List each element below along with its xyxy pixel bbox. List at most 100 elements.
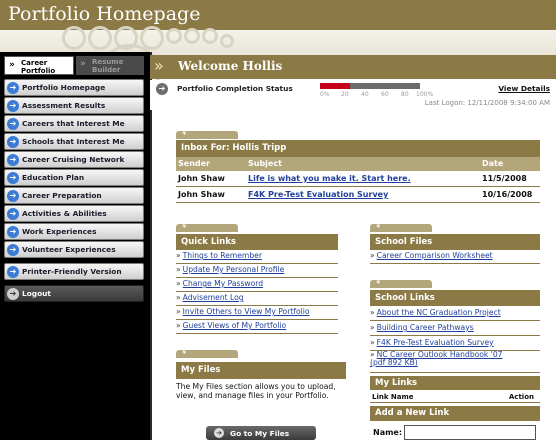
- arrow-right-icon: ➔: [7, 208, 19, 220]
- my-files-title: My Files: [176, 362, 346, 379]
- sidebar-item-assessment-results[interactable]: ➔ Assessment Results: [4, 97, 144, 114]
- list-item: » About the NC Graduation Project: [370, 308, 540, 321]
- tab-career-portfolio[interactable]: » Career Portfolio: [4, 56, 74, 75]
- arrow-right-icon: ➔: [214, 428, 224, 438]
- sidebar-item-label: Activities & Abilities: [22, 209, 107, 218]
- message-sender: John Shaw: [178, 190, 225, 199]
- progress-tick-label: 40: [361, 91, 369, 98]
- table-row: John Shaw F4K Pre-Test Evaluation Survey…: [176, 188, 540, 203]
- chevron-down-icon: ¥: [182, 222, 187, 230]
- pdf-size-note[interactable]: (pdf 892 KB): [370, 358, 418, 367]
- sidebar-item-activities-abilities[interactable]: ➔ Activities & Abilities: [4, 205, 144, 222]
- sidebar-item-work-experiences[interactable]: ➔ Work Experiences: [4, 223, 144, 240]
- sidebar: » Career Portfolio » Resume Builder ➔ Po…: [0, 52, 152, 440]
- progress-tick-label: 60: [381, 91, 389, 98]
- message-subject-link[interactable]: F4K Pre-Test Evaluation Survey: [248, 190, 388, 199]
- sidebar-item-label: Work Experiences: [22, 227, 97, 236]
- sidebar-item-careers[interactable]: ➔ Careers that Interest Me: [4, 115, 144, 132]
- completion-status-label: Portfolio Completion Status: [177, 84, 293, 93]
- arrow-right-icon: ➔: [7, 118, 19, 130]
- sidebar-item-label: Careers that Interest Me: [22, 119, 125, 128]
- inbox-header-row: Sender Subject Date: [176, 157, 540, 171]
- school-links-collapse-tab[interactable]: ¥: [370, 278, 432, 288]
- message-subject-link[interactable]: Life is what you make it. Start here.: [248, 174, 411, 183]
- things-to-remember-link[interactable]: Things to Remember: [183, 251, 262, 260]
- f4k-pre-test-survey-link[interactable]: F4K Pre-Test Evaluation Survey: [377, 338, 494, 347]
- invite-others-link[interactable]: Invite Others to View My Portfolio: [183, 307, 310, 316]
- list-item: » Update My Personal Profile: [176, 265, 338, 278]
- completion-status: ➔ Portfolio Completion Status 0% 20 40 6…: [150, 80, 556, 110]
- sidebar-item-label: Career Preparation: [22, 191, 102, 200]
- building-career-pathways-link[interactable]: Building Career Pathways: [377, 323, 474, 332]
- progress-tick-label: 100%: [416, 91, 434, 98]
- sidebar-item-schools[interactable]: ➔ Schools that Interest Me: [4, 133, 144, 150]
- chevron-down-icon: ¥: [182, 348, 187, 356]
- progress-tick-label: 80: [401, 91, 409, 98]
- link-name-input[interactable]: [404, 425, 536, 440]
- column-header-action: Action: [508, 393, 534, 401]
- school-files-title: School Files: [370, 234, 540, 250]
- list-item: » NC Career Outlook Handbook '07 (pdf 892 …: [370, 351, 540, 373]
- tab-label: Resume Builder: [92, 58, 124, 74]
- sidebar-tabs: » Career Portfolio » Resume Builder: [4, 56, 144, 75]
- list-item: » Things to Remember: [176, 251, 338, 264]
- decorative-ring: [202, 28, 218, 44]
- decorative-ring: [88, 26, 112, 50]
- chevron-double-right-icon: »: [154, 56, 164, 75]
- list-item: » Guest Views of My Portfolio: [176, 321, 338, 334]
- page-title: Portfolio Homepage: [8, 3, 201, 25]
- message-sender: John Shaw: [178, 174, 225, 183]
- sidebar-item-label: Portfolio Homepage: [22, 83, 106, 92]
- chevron-double-down-icon: »: [9, 60, 15, 70]
- chevron-down-icon: ¥: [376, 278, 381, 286]
- school-files-collapse-tab[interactable]: ¥: [370, 222, 432, 232]
- logout-button[interactable]: ➔ Logout: [4, 285, 144, 302]
- career-comparison-worksheet-link[interactable]: Career Comparison Worksheet: [377, 251, 493, 260]
- sidebar-item-education-plan[interactable]: ➔ Education Plan: [4, 169, 144, 186]
- arrow-right-icon: ➔: [7, 288, 19, 300]
- nc-graduation-project-link[interactable]: About the NC Graduation Project: [377, 308, 501, 317]
- my-links-title: My Links: [370, 376, 540, 390]
- arrow-right-icon: ➔: [7, 244, 19, 256]
- column-header-date: Date: [482, 159, 504, 168]
- guest-views-link[interactable]: Guest Views of My Portfolio: [183, 321, 287, 330]
- logout-label: Logout: [22, 289, 51, 298]
- chevron-double-right-icon: »: [80, 59, 86, 69]
- arrow-right-icon: ➔: [7, 136, 19, 148]
- sidebar-item-career-cruising-network[interactable]: ➔ Career Cruising Network: [4, 151, 144, 168]
- completion-progress-bar: [320, 83, 420, 89]
- quick-links-title: Quick Links: [176, 234, 338, 250]
- sidebar-item-portfolio-homepage[interactable]: ➔ Portfolio Homepage: [4, 79, 144, 96]
- table-row: John Shaw Life is what you make it. Star…: [176, 172, 540, 187]
- list-item: » Building Career Pathways: [370, 323, 540, 336]
- change-password-link[interactable]: Change My Password: [183, 279, 263, 288]
- add-link-form: Name:: [370, 423, 540, 440]
- decorative-ring: [62, 26, 86, 50]
- advisement-log-link[interactable]: Advisement Log: [183, 293, 244, 302]
- sidebar-item-label: Assessment Results: [22, 101, 106, 110]
- sidebar-item-volunteer-experiences[interactable]: ➔ Volunteer Experiences: [4, 241, 144, 258]
- go-to-my-files-button[interactable]: ➔ Go to My Files: [206, 426, 316, 440]
- quick-links-collapse-tab[interactable]: ¥: [176, 222, 238, 232]
- update-profile-link[interactable]: Update My Personal Profile: [183, 265, 285, 274]
- tab-resume-builder[interactable]: » Resume Builder: [76, 56, 144, 75]
- completion-progress-fill: [320, 83, 350, 89]
- sidebar-item-label: Volunteer Experiences: [22, 245, 116, 254]
- inbox-title: Inbox For: Hollis Tripp: [176, 140, 540, 157]
- sidebar-item-career-preparation[interactable]: ➔ Career Preparation: [4, 187, 144, 204]
- column-header-sender: Sender: [178, 159, 210, 168]
- arrow-right-icon: ➔: [7, 154, 19, 166]
- name-field-label: Name:: [373, 428, 403, 437]
- add-new-link-title: Add a New Link: [370, 406, 540, 421]
- message-date: 11/5/2008: [482, 174, 527, 183]
- title-bar: Portfolio Homepage: [0, 0, 556, 30]
- inbox-collapse-tab[interactable]: ¥: [176, 129, 238, 139]
- sidebar-item-printer-friendly[interactable]: ➔ Printer-Friendly Version: [4, 263, 144, 280]
- welcome-text: Welcome Hollis: [178, 59, 283, 73]
- list-item: » Advisement Log: [176, 293, 338, 306]
- my-links-header-row: Link Name Action: [370, 391, 540, 403]
- my-files-description: The My Files section allows you to uploa…: [176, 382, 336, 400]
- view-details-link[interactable]: View Details: [498, 84, 550, 93]
- my-files-collapse-tab[interactable]: ¥: [176, 348, 238, 358]
- sidebar-item-label: Schools that Interest Me: [22, 137, 125, 146]
